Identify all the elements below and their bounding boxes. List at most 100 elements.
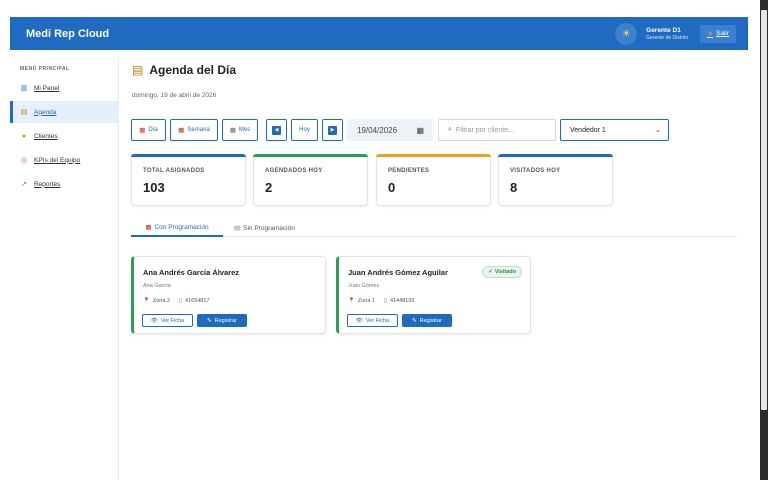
arrow-left-icon: ◀: [272, 125, 281, 135]
sidebar-item-label: KPIs del Equipo: [34, 156, 81, 164]
stat-label: VISITADOS HOY: [510, 168, 561, 174]
pencil-icon: ✎: [207, 317, 212, 324]
tab-label: Con Programación: [154, 223, 209, 231]
client-filter-input[interactable]: ⌕ Filtrar por cliente...: [438, 119, 556, 141]
client-card: Ana Andrés García Álvarez Ana García 📍 Z…: [131, 256, 326, 334]
page-scrollbar[interactable]: [760, 0, 768, 480]
user-name: Gerente D1: [646, 26, 681, 34]
register-button[interactable]: ✎ Registrar: [402, 314, 452, 327]
chevron-down-icon: ⌄: [655, 127, 661, 134]
view-day-label: Día: [148, 127, 158, 133]
stat-accent-bar: [253, 154, 368, 157]
phone-icon: ▯: [383, 298, 388, 304]
arrow-right-icon: ▶: [328, 125, 337, 135]
schedule-tabs: ▦ Con Programación ▤ Sin Programación: [131, 219, 737, 237]
stat-card-total: TOTAL ASIGNADOS 103: [131, 154, 246, 206]
calendar-icon[interactable]: ▦: [416, 126, 424, 135]
stat-value: 103: [143, 180, 165, 195]
stat-label: TOTAL ASIGNADOS: [143, 168, 205, 174]
eye-icon: 👁: [355, 317, 363, 324]
sidebar: MENÚ PRINCIPAL ▥ Mi Panel ▤ Agenda ● Cli…: [0, 57, 119, 480]
close-icon: ✕: [707, 30, 713, 38]
logout-button[interactable]: ✕ Salir: [700, 24, 736, 43]
client-contact: Ana García: [143, 283, 171, 289]
register-label: Registrar: [214, 317, 237, 324]
header-right: ☀ Gerente D1 Gerente de Distrito ✕ Salir: [615, 22, 748, 45]
stat-card-visitados: VISITADOS HOY 8: [498, 154, 613, 206]
top-header: Medi Rep Cloud ☀ Gerente D1 Gerente de D…: [10, 17, 748, 50]
today-label: Hoy: [299, 127, 310, 133]
client-meta: 📍 Zona 1 ▯ 41448193: [348, 298, 415, 304]
sidebar-item-label: Mi Panel: [34, 84, 60, 92]
sun-icon[interactable]: ☀: [615, 22, 638, 45]
next-day-button[interactable]: ▶: [322, 119, 343, 141]
page-header: ▤ Agenda del Día: [132, 63, 236, 77]
chart-icon: ▥: [20, 85, 28, 92]
client-zone: Zona 2: [152, 298, 170, 304]
people-icon: ●: [21, 132, 27, 140]
client-filter-placeholder: Filtrar por cliente...: [455, 126, 514, 134]
client-meta: 📍 Zona 2 ▯ 41654817: [143, 298, 210, 304]
scrollbar-thumb[interactable]: [761, 10, 767, 410]
stat-accent-bar: [376, 154, 491, 157]
register-label: Registrar: [419, 317, 442, 324]
calendar-icon: ▦: [178, 127, 185, 134]
pin-icon: 📍: [348, 298, 355, 304]
calendar-icon: ▦: [229, 127, 236, 134]
pin-icon: 📍: [143, 298, 150, 304]
client-phone: 41448193: [390, 298, 415, 304]
client-name: Juan Andrés Gómez Aguilar: [348, 268, 448, 277]
stat-card-pendientes: PENDIENTES 0: [376, 154, 491, 206]
app-page: Medi Rep Cloud ☀ Gerente D1 Gerente de D…: [0, 0, 760, 480]
sidebar-item-reportes[interactable]: ↗ Reportes: [10, 173, 119, 195]
client-contact: Juan Gómez: [348, 283, 380, 289]
clipboard-icon: ▤: [20, 109, 28, 116]
sidebar-title: MENÚ PRINCIPAL: [20, 66, 70, 72]
date-subtitle: domingo, 19 de abril de 2026: [132, 92, 217, 99]
view-file-button[interactable]: 👁 Ver Ficha: [347, 314, 398, 327]
sidebar-item-mi-panel[interactable]: ▥ Mi Panel: [10, 77, 119, 99]
visited-badge: ✓ Visitado: [482, 266, 522, 278]
seller-selected-value: Vendedor 1: [570, 126, 606, 134]
stat-value: 2: [265, 180, 273, 195]
view-week-button[interactable]: ▦ Semana: [170, 119, 218, 141]
logout-label: Salir: [715, 30, 729, 37]
view-month-label: Mes: [238, 127, 251, 133]
date-input[interactable]: 19/04/2026 ▦: [347, 119, 433, 141]
search-icon: ⌕: [448, 126, 452, 133]
prev-day-button[interactable]: ◀: [266, 119, 287, 141]
stat-label: PENDIENTES: [388, 168, 430, 174]
view-day-button[interactable]: ▦ Día: [131, 119, 166, 141]
view-week-label: Semana: [187, 127, 210, 133]
view-file-button[interactable]: 👁 Ver Ficha: [142, 314, 193, 327]
calendar-icon: ▦: [145, 224, 152, 231]
sidebar-item-agenda[interactable]: ▤ Agenda: [10, 101, 119, 123]
sidebar-item-kpis[interactable]: ◎ KPIs del Equipo: [10, 149, 119, 171]
view-file-label: Ver Ficha: [365, 317, 390, 324]
today-button[interactable]: Hoy: [291, 119, 318, 141]
view-month-button[interactable]: ▦ Mes: [222, 119, 258, 141]
trend-icon: ↗: [21, 181, 27, 188]
tab-con-programacion[interactable]: ▦ Con Programación: [131, 219, 223, 237]
user-info: Gerente D1 Gerente de Distrito: [646, 27, 688, 41]
page-title: Agenda del Día: [149, 63, 237, 77]
client-name: Ana Andrés García Álvarez: [143, 268, 240, 277]
clipboard-icon: ▤: [132, 63, 144, 77]
date-value: 19/04/2026: [357, 125, 398, 135]
phone-icon: ▯: [178, 298, 183, 304]
stat-value: 8: [510, 180, 518, 195]
client-zone: Zona 1: [357, 298, 375, 304]
seller-select[interactable]: Vendedor 1 ⌄: [560, 119, 669, 141]
register-button[interactable]: ✎ Registrar: [197, 314, 247, 327]
user-role: Gerente de Distrito: [646, 34, 689, 41]
brand-title: Medi Rep Cloud: [26, 27, 110, 40]
tab-sin-programacion[interactable]: ▤ Sin Programación: [228, 219, 301, 237]
stat-accent-bar: [498, 154, 613, 157]
calendar-icon: ▦: [139, 127, 146, 134]
sidebar-item-clientes[interactable]: ● Clientes: [10, 125, 119, 147]
clipboard-icon: ▤: [234, 225, 241, 232]
target-icon: ◎: [20, 157, 28, 164]
check-icon: ✓: [488, 269, 493, 275]
stat-label: AGENDADOS HOY: [265, 168, 323, 174]
pencil-icon: ✎: [412, 317, 417, 324]
